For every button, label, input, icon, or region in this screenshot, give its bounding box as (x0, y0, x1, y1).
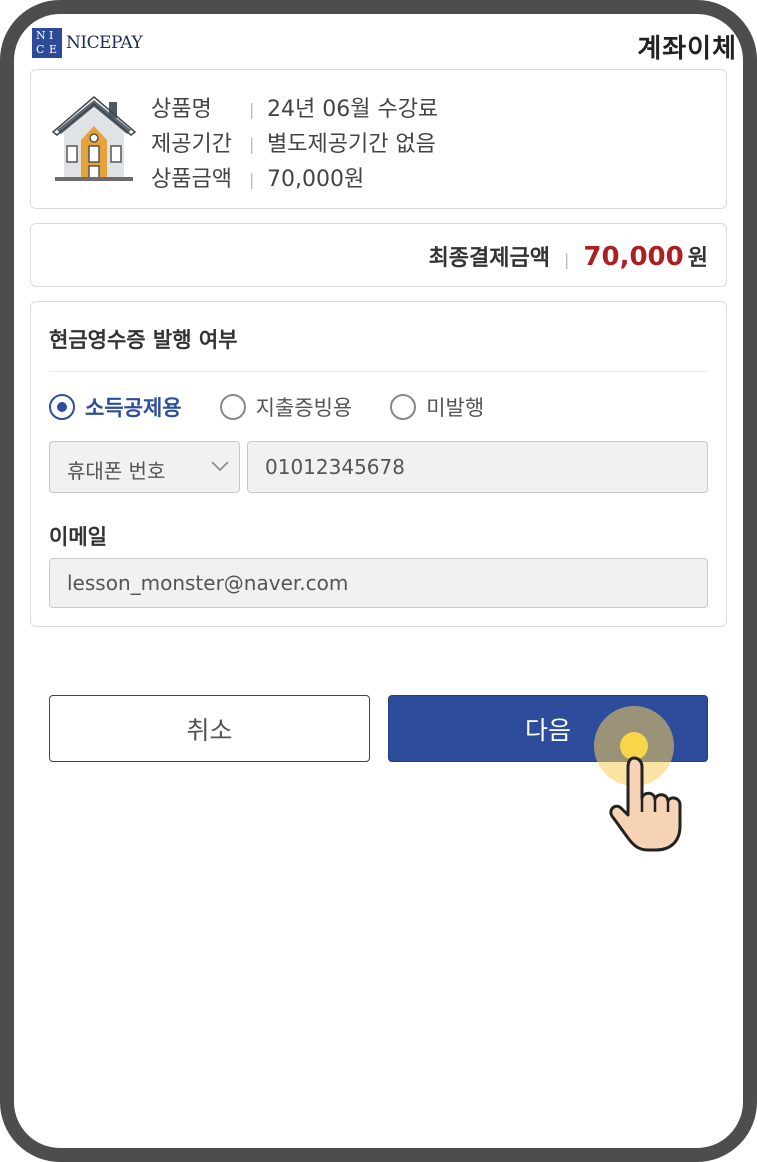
logo-letter: E (49, 43, 58, 56)
logo-text: NICEPAY (66, 33, 143, 53)
separator: | (249, 135, 255, 154)
product-info: 상품명 | 24년 06월 수강료 제공기간 | 별도제공기간 없음 상품금액 … (151, 92, 438, 197)
house-icon (51, 96, 137, 181)
total-amount-row: 최종결제금액 | 70,000 원 (429, 240, 708, 272)
id-type-selected-value: 휴대폰 번호 (67, 459, 166, 483)
product-name-row: 상품명 | 24년 06월 수강료 (151, 92, 438, 127)
total-unit: 원 (687, 246, 708, 271)
radio-not-issued[interactable]: 미발행 (390, 392, 484, 422)
radio-unchecked-icon (219, 394, 246, 420)
total-amount: 70,000 (583, 242, 684, 272)
id-type-select[interactable]: 휴대폰 번호 (49, 441, 240, 493)
radio-label: 지출증빙용 (255, 396, 353, 420)
period-row: 제공기간 | 별도제공기간 없음 (151, 127, 438, 162)
radio-label: 소득공제용 (85, 396, 182, 420)
page-title: 계좌이체 (637, 34, 737, 64)
product-name-value: 24년 06월 수강료 (267, 97, 439, 122)
radio-checked-icon (49, 394, 75, 420)
nicepay-logo-mark: N I C E (32, 28, 62, 58)
phone-frame: N I C E NICEPAY 계좌이체 상품명 | 24년 06월 수강료 제… (0, 0, 757, 1162)
total-card: 최종결제금액 | 70,000 원 (30, 223, 727, 287)
radio-income-deduction[interactable]: 소득공제용 (49, 392, 182, 422)
receipt-title: 현금영수증 발행 여부 (49, 328, 238, 352)
cancel-button[interactable]: 취소 (49, 695, 370, 762)
radio-expense-proof[interactable]: 지출증빙용 (219, 392, 353, 422)
cash-receipt-card: 현금영수증 발행 여부 소득공제용 지출증빙용 미발행 휴대폰 번호 01012… (30, 301, 727, 627)
pointing-hand-icon (609, 756, 682, 852)
divider (49, 371, 708, 372)
period-value: 별도제공기간 없음 (267, 132, 436, 157)
logo-letter: I (49, 29, 54, 42)
price-value: 70,000원 (267, 167, 365, 192)
logo-letter: C (36, 43, 45, 56)
period-label: 제공기간 (151, 132, 232, 157)
email-input[interactable]: lesson_monster@naver.com (49, 558, 708, 608)
price-row: 상품금액 | 70,000원 (151, 162, 438, 197)
phone-number-input[interactable]: 01012345678 (247, 441, 708, 493)
separator: | (249, 100, 255, 119)
screen: N I C E NICEPAY 계좌이체 상품명 | 24년 06월 수강료 제… (14, 14, 743, 1148)
chevron-down-icon (211, 461, 229, 472)
logo-letter: N (36, 29, 46, 42)
nicepay-logo: N I C E NICEPAY (32, 28, 143, 58)
radio-unchecked-icon (390, 394, 417, 420)
product-name-label: 상품명 (151, 97, 212, 122)
separator: | (564, 250, 570, 269)
receipt-type-radio-group: 소득공제용 지출증빙용 미발행 (49, 392, 522, 422)
email-label: 이메일 (49, 525, 107, 549)
total-label: 최종결제금액 (428, 246, 551, 271)
separator: | (249, 170, 255, 189)
price-label: 상품금액 (151, 167, 232, 192)
radio-label: 미발행 (426, 396, 485, 420)
product-card: 상품명 | 24년 06월 수강료 제공기간 | 별도제공기간 없음 상품금액 … (30, 69, 727, 209)
